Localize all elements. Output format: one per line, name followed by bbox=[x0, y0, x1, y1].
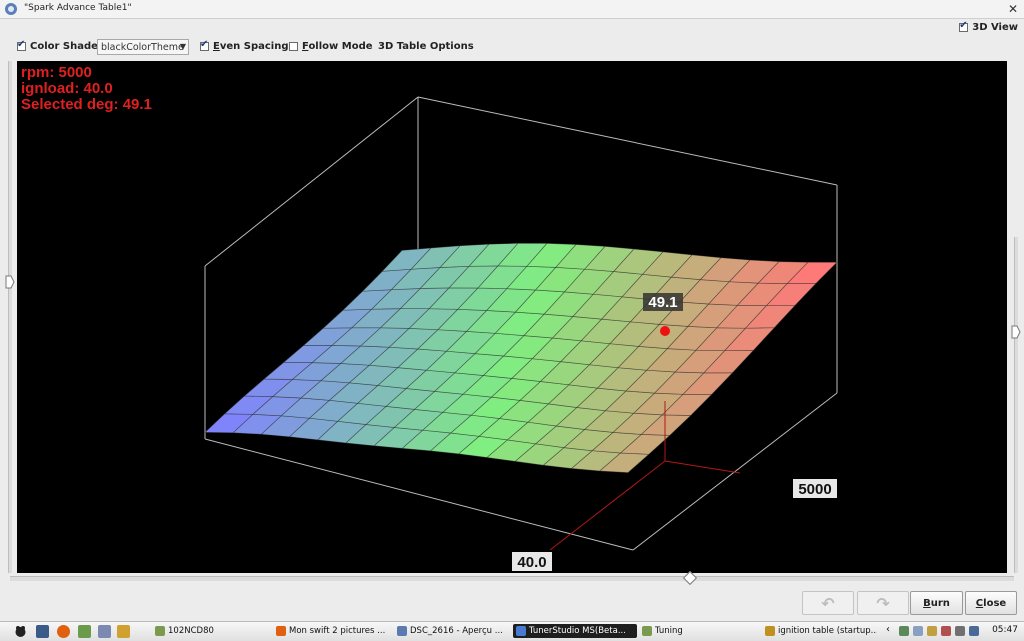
bottom-slider-thumb[interactable] bbox=[682, 570, 698, 586]
left-slider-thumb[interactable] bbox=[5, 275, 15, 289]
folder-icon bbox=[642, 626, 652, 636]
readout-selected: Selected deg: 49.1 bbox=[21, 96, 152, 113]
window-title: "Spark Advance Table1" bbox=[24, 3, 132, 13]
cell-readout: rpm: 5000 ignload: 40.0 Selected deg: 49… bbox=[21, 64, 152, 113]
undo-icon: ↶ bbox=[821, 593, 835, 613]
window-titlebar: "Spark Advance Table1" ✕ bbox=[0, 0, 1024, 19]
redo-icon: ↷ bbox=[876, 593, 890, 613]
close-button[interactable]: Close bbox=[965, 591, 1017, 615]
people-icon[interactable] bbox=[78, 625, 91, 638]
spark-advance-surface[interactable] bbox=[204, 242, 838, 473]
3d-plot-canvas[interactable]: 49.1 5000 40.0 rpm: 5000 ignload: 40.0 S… bbox=[17, 61, 1007, 573]
3d-view-toggle[interactable]: 3D View bbox=[959, 20, 1018, 33]
follow-mode-checkbox[interactable] bbox=[289, 42, 298, 51]
even-spacing-toggle[interactable]: Even Spacing bbox=[200, 39, 289, 52]
color-shade-toggle[interactable]: Color Shade bbox=[17, 39, 98, 52]
3d-view-label: 3D View bbox=[972, 22, 1018, 33]
app-icon bbox=[5, 3, 17, 15]
even-spacing-checkbox[interactable] bbox=[200, 39, 209, 51]
redo-button[interactable]: ↷ bbox=[857, 591, 909, 615]
start-menu-icon[interactable] bbox=[14, 625, 27, 638]
network-icon[interactable] bbox=[899, 626, 909, 636]
selected-value-label: 49.1 bbox=[643, 293, 683, 311]
taskbar-item-102ncd80[interactable]: 102NCD80 bbox=[155, 624, 265, 638]
burn-button-label: Burn bbox=[923, 597, 950, 609]
left-vertical-slider[interactable] bbox=[5, 61, 15, 573]
theme-select[interactable]: blackColorTheme ▼ bbox=[97, 39, 189, 55]
3d-table-options-label: 3D Table Options bbox=[378, 41, 474, 52]
table-toolbar: Color Shade blackColorTheme ▼ Even Spaci… bbox=[10, 38, 1014, 58]
selected-value-text: 49.1 bbox=[648, 294, 677, 311]
chat-icon[interactable] bbox=[913, 626, 923, 636]
files-icon[interactable] bbox=[98, 625, 111, 638]
load-axis-value: 40.0 bbox=[517, 554, 546, 571]
3d-table-options-button[interactable]: 3D Table Options bbox=[378, 41, 474, 52]
taskbar-item-swift-pictures[interactable]: Mon swift 2 pictures ... bbox=[276, 624, 388, 638]
3d-view-checkbox[interactable] bbox=[959, 20, 969, 32]
tunerstudio-icon bbox=[516, 626, 526, 636]
volume-icon[interactable] bbox=[955, 626, 965, 636]
bottom-horizontal-slider[interactable] bbox=[10, 570, 1014, 586]
document-icon bbox=[765, 626, 775, 636]
follow-mode-label: Follow Mode bbox=[302, 41, 373, 52]
image-viewer-icon bbox=[397, 626, 407, 636]
load-axis-label: 40.0 bbox=[512, 552, 552, 571]
3d-surface-plot[interactable]: 49.1 5000 40.0 rpm: 5000 ignload: 40.0 S… bbox=[17, 61, 1007, 573]
taskbar-item-tuning[interactable]: Tuning bbox=[642, 624, 752, 638]
selected-cell-marker bbox=[660, 326, 670, 336]
update-icon[interactable] bbox=[927, 626, 937, 636]
close-button-label: Close bbox=[975, 597, 1007, 609]
window-close-icon[interactable]: ✕ bbox=[1008, 2, 1018, 16]
undo-button[interactable]: ↶ bbox=[802, 591, 854, 615]
power-icon[interactable] bbox=[969, 626, 979, 636]
readout-load: ignload: 40.0 bbox=[21, 80, 113, 97]
show-desktop-icon[interactable] bbox=[36, 625, 49, 638]
battery-icon[interactable] bbox=[941, 626, 951, 636]
view-bar: 3D View bbox=[0, 19, 1024, 38]
taskbar-item-dsc-2616[interactable]: DSC_2616 - Aperçu ... bbox=[397, 624, 509, 638]
color-shade-checkbox[interactable] bbox=[17, 39, 26, 51]
firefox-icon[interactable] bbox=[57, 625, 70, 638]
clock: 05:47 bbox=[992, 625, 1018, 635]
even-spacing-label: Even Spacing bbox=[213, 41, 289, 52]
taskbar-item-ignition-table[interactable]: ignition table (startup... bbox=[765, 624, 877, 638]
os-taskbar: 102NCD80 Mon swift 2 pictures ... DSC_26… bbox=[0, 621, 1024, 641]
taskbar-item-tunerstudio[interactable]: TunerStudio MS(Beta... bbox=[513, 624, 637, 638]
follow-mode-toggle[interactable]: Follow Mode bbox=[289, 41, 373, 52]
tray-expand-icon[interactable]: ‹ bbox=[886, 624, 890, 635]
rpm-axis-label: 5000 bbox=[793, 479, 837, 498]
rpm-axis-value: 5000 bbox=[798, 481, 831, 498]
theme-select-value: blackColorTheme bbox=[101, 42, 184, 53]
browser-icon bbox=[276, 626, 286, 636]
tool-icon[interactable] bbox=[117, 625, 130, 638]
right-vertical-slider[interactable] bbox=[1011, 237, 1021, 573]
readout-rpm: rpm: 5000 bbox=[21, 64, 92, 81]
right-slider-thumb[interactable] bbox=[1011, 325, 1021, 339]
color-shade-label: Color Shade bbox=[30, 41, 98, 52]
folder-icon bbox=[155, 626, 165, 636]
burn-button[interactable]: Burn bbox=[910, 591, 963, 615]
chevron-down-icon: ▼ bbox=[179, 42, 186, 51]
